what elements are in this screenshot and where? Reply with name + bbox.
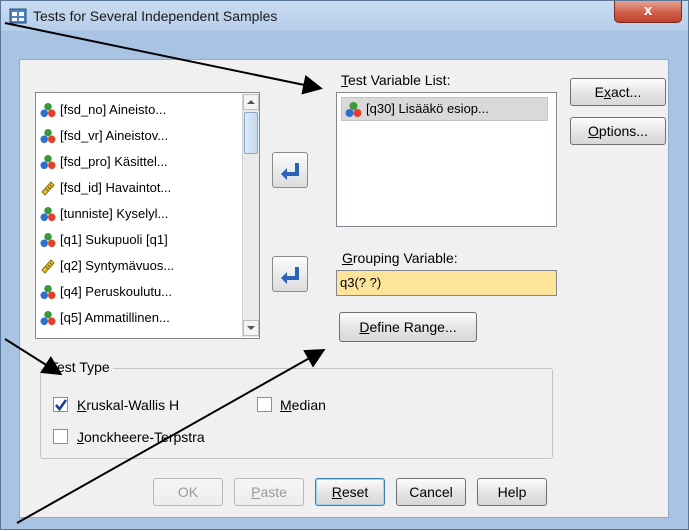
annotation-arrows [4, 22, 326, 524]
annotation-arrow-define-range [16, 349, 326, 524]
dialog-window: Tests for Several Independent Samples x … [0, 0, 689, 530]
annotation-arrow-test-list [4, 22, 323, 95]
annotation-arrow-test-type [4, 338, 63, 376]
